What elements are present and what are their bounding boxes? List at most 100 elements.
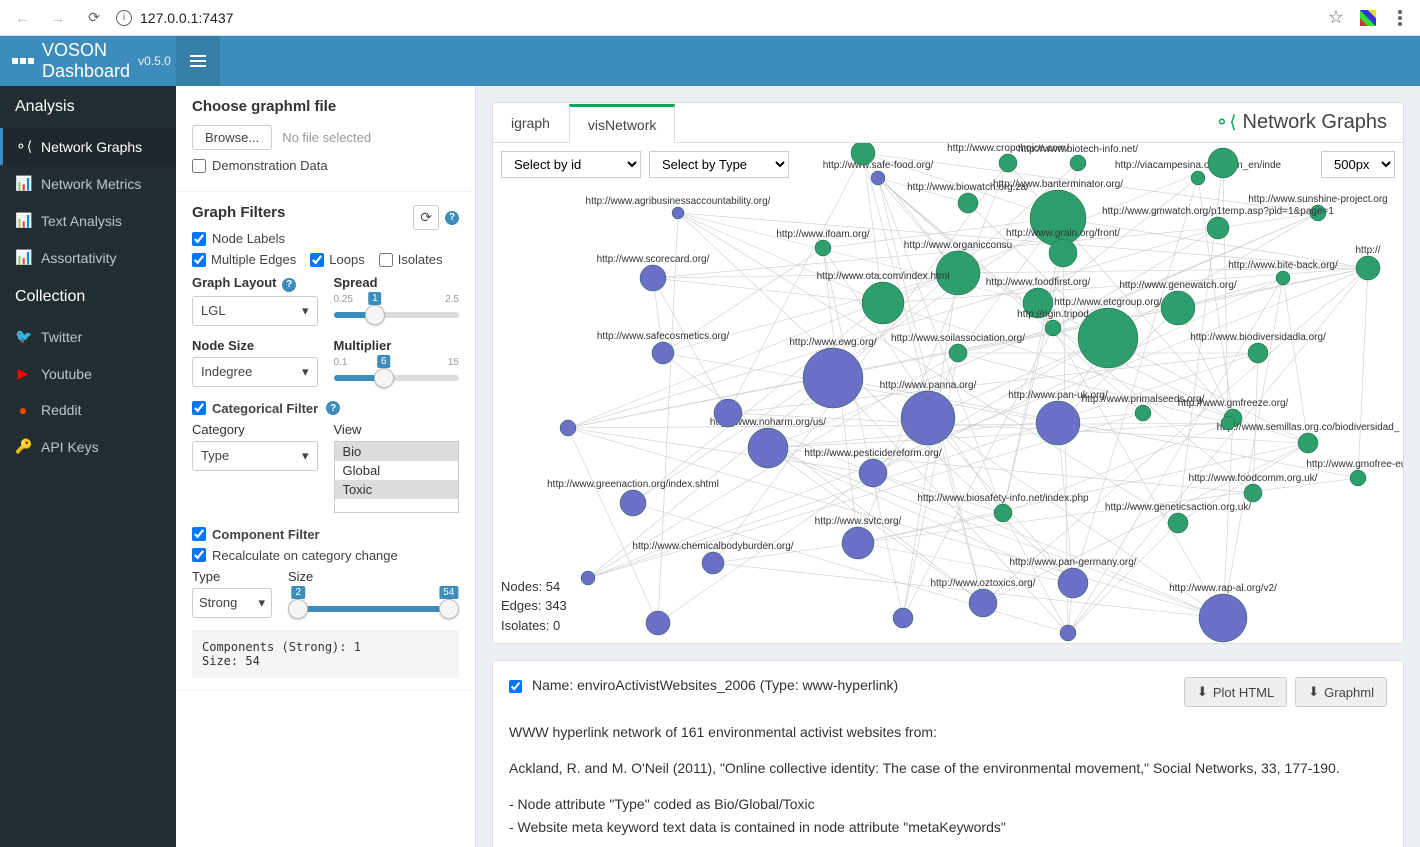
barchart-icon: 📊	[15, 175, 31, 192]
info-box: Name: enviroActivistWebsites_2006 (Type:…	[492, 660, 1404, 847]
url-text: 127.0.0.1:7437	[140, 10, 233, 26]
demo-data-checkbox[interactable]	[192, 159, 206, 173]
back-button[interactable]: ←	[8, 4, 36, 32]
spread-slider[interactable]: 0.25 1 2.5	[334, 294, 460, 318]
help-icon[interactable]: ?	[282, 278, 296, 292]
browser-toolbar: ← → ⟳ i 127.0.0.1:7437 ☆	[0, 0, 1420, 36]
filter-panel: Choose graphml file Browse... No file se…	[176, 86, 476, 847]
share-icon: ⚬⟨	[1214, 112, 1236, 133]
multi-edges-checkbox[interactable]	[192, 253, 206, 267]
svg-text:http://www.gmofree-eur: http://www.gmofree-eur	[1306, 459, 1403, 470]
sidebar-item-network-graphs[interactable]: ⚬⟨ Network Graphs	[0, 128, 176, 165]
view-listbox[interactable]: Bio Global Toxic	[334, 441, 460, 513]
svg-text:http://www.biotech-info.net/: http://www.biotech-info.net/	[1018, 144, 1138, 155]
tab-igraph[interactable]: igraph	[493, 105, 569, 141]
share-icon: ⚬⟨	[15, 138, 31, 155]
nodesize-label: Node Size	[192, 338, 318, 353]
select-by-type[interactable]: Select by Type	[649, 151, 789, 178]
chevron-down-icon: ▾	[258, 595, 265, 611]
select-by-id[interactable]: Select by id	[501, 151, 641, 178]
svg-text:http://www.soilassociation.org: http://www.soilassociation.org/	[891, 333, 1025, 344]
chevron-down-icon: ▾	[302, 448, 309, 464]
demo-data-label: Demonstration Data	[212, 158, 328, 173]
spread-label: Spread	[334, 275, 460, 290]
browse-button[interactable]: Browse...	[192, 125, 272, 150]
toggle-sidebar-button[interactable]	[176, 36, 220, 86]
svg-text:http://www.genewatch.org/: http://www.genewatch.org/	[1119, 280, 1237, 291]
layout-label: Graph Layout ?	[192, 275, 318, 292]
view-option[interactable]: Global	[335, 461, 459, 480]
sidebar-item-api-keys[interactable]: 🔑 API Keys	[0, 428, 176, 465]
sidebar-section-analysis: Analysis	[0, 86, 176, 128]
sidebar-item-label: Assortativity	[41, 250, 116, 266]
key-icon: 🔑	[15, 438, 31, 455]
browser-menu-icon[interactable]	[1398, 16, 1402, 20]
svg-text:http://www.geneticsaction.org.: http://www.geneticsaction.org.uk/	[1105, 502, 1251, 513]
cat-filter-checkbox[interactable]	[192, 401, 206, 415]
graph-canvas[interactable]: Select by id Select by Type 500px Nodes:…	[493, 143, 1403, 643]
tab-visnetwork[interactable]: visNetwork	[569, 104, 675, 143]
nodesize-select[interactable]: Indegree▾	[192, 357, 318, 387]
sidebar-item-youtube[interactable]: ▶ Youtube	[0, 355, 176, 392]
reload-button[interactable]: ⟳	[80, 4, 108, 32]
profile-icon[interactable]	[1360, 10, 1376, 26]
logo[interactable]: VOSON Dashboard v0.5.0	[0, 36, 176, 86]
svg-text:http://www.semillas.org.co/bio: http://www.semillas.org.co/biodiversidad…	[1217, 422, 1400, 433]
forward-button[interactable]: →	[44, 4, 72, 32]
comp-filter-checkbox[interactable]	[192, 527, 206, 541]
svg-text:http://www.banterminator.org/: http://www.banterminator.org/	[993, 179, 1123, 190]
download-icon: ⬇	[1197, 684, 1208, 700]
view-label: View	[334, 422, 460, 437]
help-icon[interactable]: ?	[326, 401, 340, 415]
type-select[interactable]: Strong▾	[192, 588, 272, 618]
svg-text:http://: http://	[1355, 245, 1380, 256]
layout-select[interactable]: LGL▾	[192, 296, 318, 326]
size-slider[interactable]: 2 54	[288, 588, 459, 612]
sidebar-item-network-metrics[interactable]: 📊 Network Metrics	[0, 165, 176, 202]
recalc-checkbox[interactable]	[192, 548, 206, 562]
help-icon[interactable]: ?	[445, 211, 459, 225]
plot-html-button[interactable]: ⬇Plot HTML	[1184, 677, 1287, 707]
site-info-icon[interactable]: i	[116, 10, 132, 26]
svg-text:http://www.ewg.org/: http://www.ewg.org/	[789, 337, 876, 348]
barchart-icon: 📊	[15, 249, 31, 266]
loops-checkbox[interactable]	[310, 253, 324, 267]
svg-text:http://ngin.tripod: http://ngin.tripod	[1017, 309, 1089, 320]
sidebar-item-label: Youtube	[41, 366, 92, 382]
isolates-checkbox[interactable]	[379, 253, 393, 267]
box-title: ⚬⟨ Network Graphs	[1198, 103, 1403, 142]
sidebar-item-text-analysis[interactable]: 📊 Text Analysis	[0, 202, 176, 239]
svg-text:http://www.gmwatch.org/p1temp.: http://www.gmwatch.org/p1temp.asp?pid=1&…	[1102, 206, 1334, 217]
chevron-down-icon: ▾	[302, 364, 309, 380]
size-select[interactable]: 500px	[1321, 151, 1395, 178]
sidebar-item-reddit[interactable]: ● Reddit	[0, 392, 176, 428]
sidebar-item-label: Network Graphs	[41, 139, 142, 155]
view-option[interactable]: Bio	[335, 442, 459, 461]
sidebar-item-twitter[interactable]: 🐦 Twitter	[0, 318, 176, 355]
node-labels-checkbox[interactable]	[192, 232, 206, 246]
graphml-button[interactable]: ⬇Graphml	[1295, 677, 1387, 707]
multiplier-label: Multiplier	[334, 338, 460, 353]
dataset-description: WWW hyperlink network of 161 environment…	[509, 721, 1387, 840]
comp-filter-label: Component Filter	[212, 527, 320, 542]
refresh-button[interactable]: ⟳	[413, 205, 439, 230]
svg-text:http://www.safecosmetics.org/: http://www.safecosmetics.org/	[597, 331, 729, 342]
svg-text:http://www.biodiversidadla.org: http://www.biodiversidadla.org/	[1190, 332, 1326, 343]
svg-text:http://www.etcgroup.org/: http://www.etcgroup.org/	[1054, 297, 1162, 308]
network-svg[interactable]: http://www.cropchoice.com/http://www.bio…	[493, 143, 1403, 643]
dataset-name: Name: enviroActivistWebsites_2006 (Type:…	[532, 677, 1174, 693]
sidebar-item-label: API Keys	[41, 439, 99, 455]
category-select[interactable]: Type▾	[192, 441, 318, 471]
bookmark-icon[interactable]: ☆	[1328, 7, 1344, 28]
address-bar[interactable]: i 127.0.0.1:7437	[116, 10, 1320, 26]
size-label: Size	[288, 569, 459, 584]
svg-text:http://www.biosafety-info.net/: http://www.biosafety-info.net/index.php	[917, 493, 1089, 504]
sidebar-item-assortativity[interactable]: 📊 Assortativity	[0, 239, 176, 276]
info-checkbox[interactable]	[509, 680, 522, 693]
app-header: VOSON Dashboard v0.5.0	[0, 36, 1420, 86]
svg-text:http://www.sunshine-project.or: http://www.sunshine-project.org	[1248, 194, 1388, 205]
view-option[interactable]: Toxic	[335, 480, 459, 499]
multiplier-slider[interactable]: 0.1 6 15	[334, 357, 460, 381]
graph-filters-label: Graph Filters	[192, 204, 285, 221]
category-label: Category	[192, 422, 318, 437]
